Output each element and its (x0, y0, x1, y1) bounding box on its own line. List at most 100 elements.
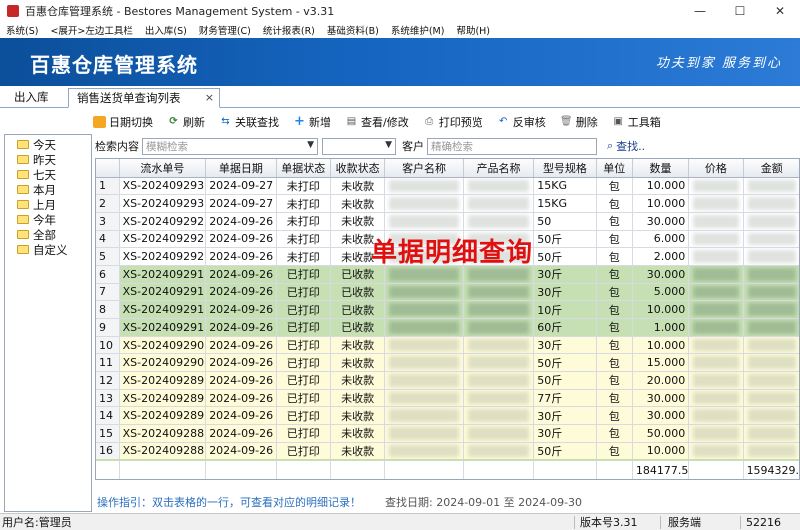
menu-system[interactable]: 系统(S) (6, 23, 38, 37)
cell-date: 2024-09-26 (205, 230, 277, 249)
refresh-button[interactable]: ⟳ 刷新 (167, 114, 205, 130)
summary-cell (330, 459, 386, 479)
cell-qty: 20.000 (632, 371, 690, 390)
cell-spec: 15KG (533, 177, 597, 196)
menu-bar: 系统(S) <展开>左边工具栏 出入库(S) 财务管理(C) 统计报表(R) 基… (0, 22, 800, 38)
fuzzy-search-input[interactable]: 模糊检索 ▼ (142, 137, 318, 155)
cell-redacted (463, 177, 535, 196)
minimize-button[interactable]: — (680, 0, 720, 22)
search-icon: ⌕ (607, 139, 614, 152)
tree-item-this-month[interactable]: 本月 (5, 182, 91, 197)
cell-unit: 包 (596, 424, 633, 443)
maximize-button[interactable]: ☐ (720, 0, 760, 22)
cell-date: 2024-09-27 (205, 194, 277, 213)
date-switch-button[interactable]: 日期切换 (93, 114, 153, 130)
delete-button[interactable]: 🗑 删除 (560, 114, 598, 130)
column-header[interactable]: 价格 (688, 159, 744, 178)
grid-table: 流水单号 单据日期 单据状态 收款状态 客户名称 产品名称 型号规格 单位 数量… (96, 159, 799, 479)
column-header[interactable]: 金额 (743, 159, 799, 178)
table-row[interactable]: 4 XS-202409292 2024-09-26 未打印 未收款 50斤包 6.000 (96, 230, 799, 249)
column-header[interactable]: 型号规格 (533, 159, 597, 178)
column-header[interactable]: 收款状态 (330, 159, 386, 178)
cell-pay-status: 未收款 (330, 212, 386, 231)
add-button[interactable]: + 新增 (293, 114, 331, 130)
tree-item-seven-days[interactable]: 七天 (5, 167, 91, 182)
cell-redacted (384, 371, 464, 390)
fuzzy-search-placeholder: 模糊检索 (146, 140, 188, 153)
cell-redacted (688, 247, 744, 266)
cell-redacted (688, 194, 744, 213)
chevron-down-icon[interactable]: ▼ (385, 140, 392, 150)
cell-spec: 30斤 (533, 265, 597, 284)
column-header[interactable] (96, 159, 120, 178)
table-row[interactable]: 9 XS-202409291 2024-09-26 已打印 已收款 60斤包 1.000 (96, 318, 799, 337)
table-row[interactable]: 6 XS-202409291 2024-09-26 已打印 已收款 30斤包 30.000 (96, 265, 799, 284)
plus-icon: + (294, 114, 305, 129)
menu-expand-left-toolbar[interactable]: <展开>左边工具栏 (50, 23, 132, 37)
delete-label: 删除 (575, 116, 598, 129)
menu-basic-data[interactable]: 基础资料(B) (327, 23, 379, 37)
tree-item-all[interactable]: 全部 (5, 227, 91, 242)
sales-delivery-grid[interactable]: 流水单号 单据日期 单据状态 收款状态 客户名称 产品名称 型号规格 单位 数量… (95, 158, 800, 480)
table-row[interactable]: 8 XS-202409291 2024-09-26 已打印 已收款 10斤包 10.000 (96, 300, 799, 319)
cell-redacted (384, 318, 464, 337)
print-preview-button[interactable]: ⎙ 打印预览 (423, 114, 483, 130)
table-row[interactable]: 12 XS-202409289 2024-09-26 已打印 未收款 50斤包 20.000 (96, 371, 799, 390)
column-header[interactable]: 产品名称 (463, 159, 535, 178)
table-row[interactable]: 16 XS-202409288 2024-09-26 已打印 未收款 50斤包 10.000 (96, 442, 799, 461)
cell-date: 2024-09-26 (205, 353, 277, 373)
column-header[interactable]: 客户名称 (384, 159, 464, 178)
column-header[interactable]: 数量 (632, 159, 690, 178)
table-row[interactable]: 7 XS-202409291 2024-09-26 已打印 已收款 30斤包 5.000 (96, 283, 799, 302)
table-row[interactable]: 10 XS-202409290 2024-09-26 已打印 未收款 30斤包 10.000 (96, 336, 799, 355)
cell-redacted (384, 230, 464, 249)
tree-item-today[interactable]: 今天 (5, 137, 91, 152)
table-row[interactable]: 1 XS-202409293 2024-09-27 未打印 未收款 15KG 包 10.000 (96, 177, 799, 196)
table-row[interactable]: 15 XS-202409288 2024-09-26 已打印 未收款 30斤包 50.000 (96, 424, 799, 443)
folder-icon (17, 230, 29, 239)
cell-unit: 包 (596, 371, 633, 390)
toolbox-button[interactable]: ▣ 工具箱 (612, 114, 660, 130)
column-header[interactable]: 单据状态 (276, 159, 331, 178)
table-row[interactable]: 3 XS-202409292 2024-09-26 未打印 未收款 50 包 30.000 (96, 212, 799, 231)
folder-icon (17, 140, 29, 149)
tree-item-custom[interactable]: 自定义 (5, 242, 91, 257)
cell-unit: 包 (596, 336, 633, 355)
cell-unit: 包 (596, 265, 633, 284)
close-button[interactable]: ✕ (760, 0, 800, 22)
cell-unit: 包 (596, 406, 633, 426)
exact-search-input[interactable]: 精确检索 (427, 137, 597, 155)
cell-id: XS-202409290 (119, 336, 207, 355)
cell-date: 2024-09-26 (205, 247, 277, 266)
tree-item-last-month[interactable]: 上月 (5, 197, 91, 212)
cell-pay-status: 未收款 (330, 424, 386, 443)
menu-finance[interactable]: 财务管理(C) (199, 23, 251, 37)
table-row[interactable]: 5 XS-202409292 2024-09-26 未打印 未收款 50斤包 2.000 (96, 247, 799, 266)
menu-reports[interactable]: 统计报表(R) (263, 23, 315, 37)
menu-inout[interactable]: 出入库(S) (145, 23, 187, 37)
table-row[interactable]: 13 XS-202409289 2024-09-26 已打印 未收款 77斤包 30.000 (96, 389, 799, 408)
menu-help[interactable]: 帮助(H) (456, 23, 490, 37)
table-row[interactable]: 11 XS-202409290 2024-09-26 已打印 未收款 50斤包 15.000 (96, 353, 799, 373)
toolbar: 日期切换 ⟳ 刷新 ⇆ 关联查找 + 新增 ▤ 查看/修改 ⎙ 打印预览 ↶ 反… (93, 110, 800, 134)
cell-redacted (743, 424, 799, 443)
tree-item-yesterday[interactable]: 昨天 (5, 152, 91, 167)
related-search-button[interactable]: ⇆ 关联查找 (219, 114, 279, 130)
cell-id: XS-202409291 (119, 300, 207, 319)
find-button[interactable]: ⌕ 查找.. (607, 138, 645, 154)
field-select[interactable]: ▼ (322, 137, 396, 155)
unaudit-button[interactable]: ↶ 反审核 (497, 114, 546, 130)
column-header[interactable]: 单据日期 (205, 159, 277, 178)
column-header[interactable]: 流水单号 (119, 159, 207, 178)
table-row[interactable]: 14 XS-202409289 2024-09-26 已打印 未收款 30斤包 30.000 (96, 406, 799, 426)
tab-sales-delivery-list[interactable]: 销售送货单查询列表 × (68, 88, 220, 108)
tab-close-icon[interactable]: × (205, 89, 214, 107)
chevron-down-icon[interactable]: ▼ (307, 140, 314, 150)
tab-inout[interactable]: 出入库 (6, 88, 57, 108)
tree-item-this-year[interactable]: 今年 (5, 212, 91, 227)
column-header[interactable]: 单位 (596, 159, 633, 178)
view-edit-button[interactable]: ▤ 查看/修改 (345, 114, 409, 130)
cell-no: 5 (96, 247, 120, 266)
table-row[interactable]: 2 XS-202409293 2024-09-27 未打印 未收款 15KG 包 10.000 (96, 194, 799, 213)
menu-maintenance[interactable]: 系统维护(M) (391, 23, 445, 37)
